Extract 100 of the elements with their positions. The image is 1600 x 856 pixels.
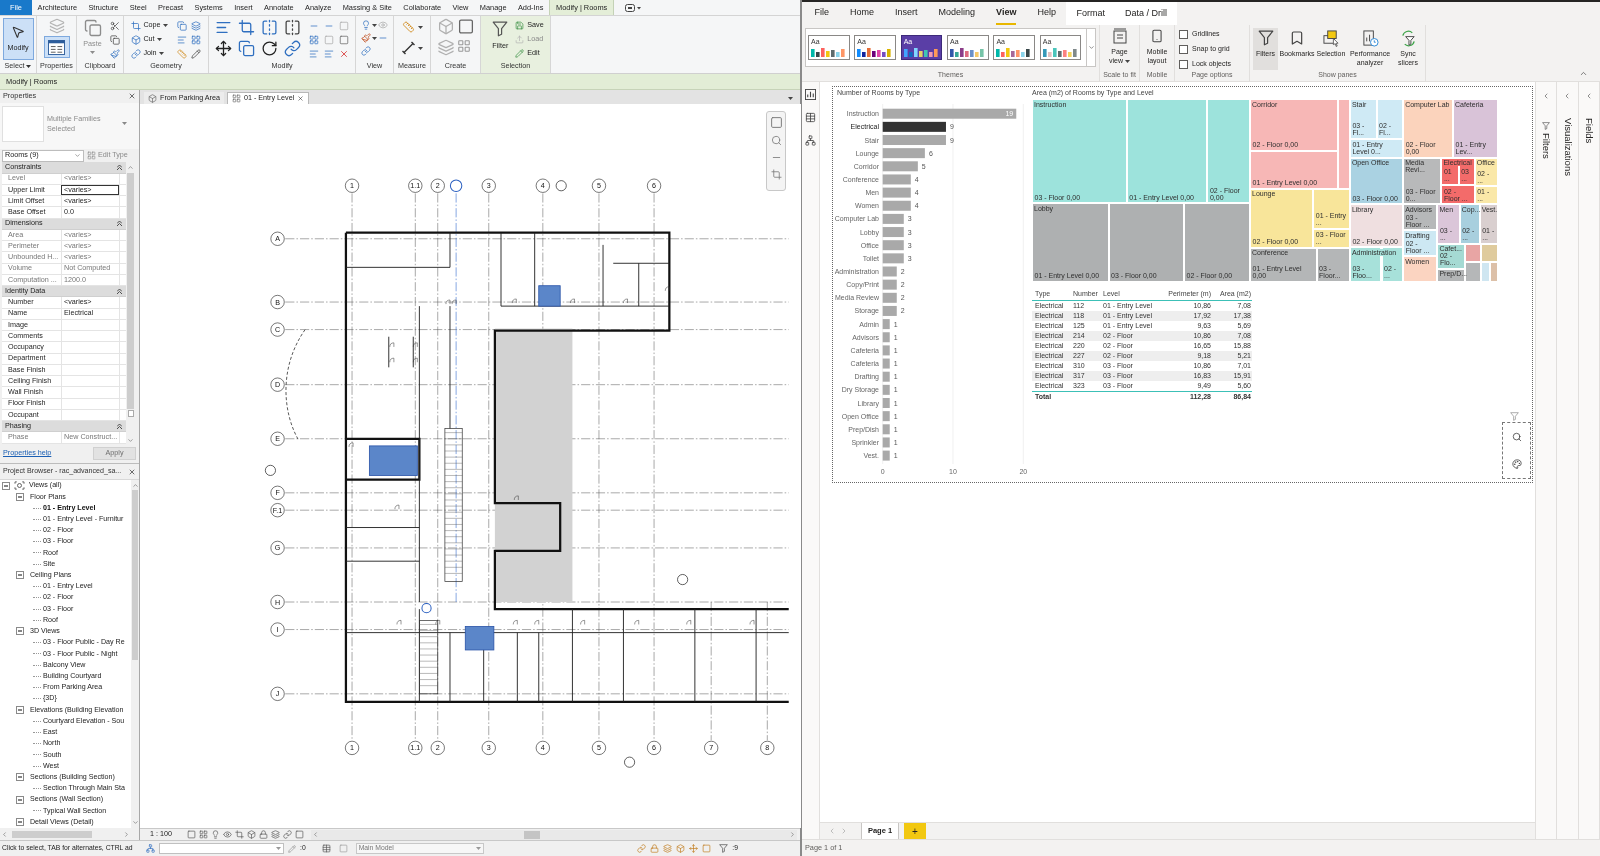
add-page-button[interactable]: +: [904, 823, 926, 839]
ribbon-tab[interactable]: File: [814, 2, 829, 25]
eye-icon[interactable]: [378, 20, 388, 30]
crop-icon[interactable]: [235, 830, 244, 839]
grid-bubble[interactable]: F: [270, 485, 285, 500]
circle-marker-icon[interactable]: [677, 574, 689, 585]
bar[interactable]: [882, 121, 946, 132]
scrollbar-thumb[interactable]: [12, 830, 92, 838]
collapse-box-icon[interactable]: [16, 571, 24, 580]
lock-icon[interactable]: [650, 844, 660, 853]
square-icon[interactable]: [769, 116, 783, 129]
grid-bubble[interactable]: 6: [647, 740, 662, 755]
grid-bubble[interactable]: B: [270, 295, 285, 310]
pane-title[interactable]: Fields: [1581, 118, 1596, 144]
grid-bubble[interactable]: F.1: [270, 503, 285, 518]
square-icon[interactable]: [339, 35, 349, 45]
scrollbar[interactable]: [131, 480, 139, 828]
grid-bubble[interactable]: 1: [345, 178, 360, 193]
collapse-box-icon[interactable]: [2, 481, 10, 490]
ribbon-tab[interactable]: Modeling: [938, 2, 976, 25]
grid-bubble[interactable]: D: [270, 377, 285, 392]
checkbox[interactable]: [1179, 60, 1188, 69]
grid-bubble[interactable]: 2: [430, 740, 445, 755]
pane-title[interactable]: Visualizations: [1560, 118, 1575, 176]
circle-marker-icon[interactable]: [624, 756, 636, 768]
grid-bubble[interactable]: 5: [591, 740, 606, 755]
pencil-icon[interactable]: [288, 844, 296, 853]
layers-icon[interactable]: [190, 21, 201, 31]
search-icon[interactable]: [1511, 431, 1522, 442]
table-icon[interactable]: [321, 844, 331, 853]
collapse-box-icon[interactable]: [16, 818, 24, 827]
mirror-icon[interactable]: [261, 19, 278, 36]
circle-marker-icon[interactable]: [264, 464, 276, 476]
align-icon[interactable]: [215, 19, 232, 36]
collapse-icon[interactable]: [117, 288, 122, 294]
pane-title[interactable]: Filters: [1539, 133, 1554, 159]
crop-icon[interactable]: [770, 169, 782, 180]
ribbon-tab[interactable]: Home: [850, 2, 875, 25]
highlighted-room[interactable]: [368, 445, 418, 476]
grid-bubble[interactable]: I: [270, 622, 285, 637]
scrollbar-grip[interactable]: [127, 410, 134, 418]
link-icon[interactable]: [283, 830, 292, 839]
square-icon[interactable]: [187, 830, 196, 839]
grid-icon[interactable]: [190, 35, 201, 45]
collapse-box-icon[interactable]: [16, 627, 24, 636]
collapse-icon[interactable]: [117, 423, 122, 429]
workset-dropdown[interactable]: [159, 843, 284, 854]
properties-button[interactable]: [43, 36, 70, 58]
grid-bubble[interactable]: 1.1: [408, 740, 423, 755]
scrollbar-thumb[interactable]: [524, 830, 540, 839]
chevron-up-icon[interactable]: [1579, 69, 1588, 78]
link-icon[interactable]: [361, 46, 371, 56]
ruler-icon[interactable]: [176, 49, 187, 59]
ribbon-tab[interactable]: Insert: [895, 2, 918, 25]
grid-bubble[interactable]: 8: [760, 740, 775, 755]
grid-bubble[interactable]: A: [270, 231, 285, 246]
move-icon[interactable]: [215, 40, 232, 57]
brush-icon[interactable]: [109, 49, 120, 59]
circle-marker-icon[interactable]: [555, 180, 567, 192]
grid-bubble[interactable]: 4: [535, 740, 550, 755]
checkbox[interactable]: [1179, 45, 1188, 54]
lock-icon[interactable]: [259, 830, 268, 839]
network-icon[interactable]: [146, 844, 155, 853]
scrollbar-thumb[interactable]: [132, 490, 138, 660]
grid-bubble[interactable]: 4: [535, 178, 550, 193]
grid-bubble[interactable]: H: [270, 594, 285, 610]
grid-bubble[interactable]: 1.1: [408, 178, 423, 193]
network-icon[interactable]: [805, 135, 816, 146]
table-icon[interactable]: [805, 112, 816, 123]
ruler-icon[interactable]: [401, 21, 416, 33]
grid-bubble[interactable]: 3: [481, 740, 496, 755]
collapse-icon[interactable]: [117, 165, 122, 171]
grid-bubble[interactable]: 1: [345, 740, 360, 755]
grid-bubble[interactable]: 6: [647, 178, 662, 193]
diagonal-dimension-icon[interactable]: [401, 41, 416, 55]
layers-icon[interactable]: [271, 830, 280, 839]
contextual-tab[interactable]: Data / Drill: [1114, 2, 1177, 25]
chevron-right-icon[interactable]: [840, 827, 848, 835]
collapse-icon[interactable]: [117, 221, 122, 227]
box-icon[interactable]: [676, 844, 686, 853]
box-icon[interactable]: [247, 830, 256, 839]
link-icon[interactable]: [284, 40, 301, 57]
circle-marker-icon[interactable]: [421, 603, 432, 614]
grid-bubble[interactable]: 7: [704, 740, 719, 755]
lightbulb-icon[interactable]: [211, 830, 220, 839]
delete-icon[interactable]: [339, 49, 349, 59]
close-icon[interactable]: [128, 467, 136, 476]
copy-icon[interactable]: [109, 35, 120, 45]
grid-bubble[interactable]: E: [270, 431, 285, 446]
ribbon-tab[interactable]: Help: [1037, 2, 1056, 25]
square-icon[interactable]: [456, 18, 475, 35]
crop-icon[interactable]: [238, 19, 255, 36]
scrollbar-thumb[interactable]: [127, 173, 134, 410]
bar-chart-icon[interactable]: [805, 89, 816, 100]
pencil-icon[interactable]: [190, 49, 201, 59]
collapse-box-icon[interactable]: [16, 795, 24, 804]
horizontal-scrollbar[interactable]: [0, 828, 139, 840]
highlighted-room[interactable]: [464, 626, 495, 651]
navigation-bar[interactable]: [766, 111, 786, 191]
contextual-tab[interactable]: Format: [1066, 2, 1115, 25]
